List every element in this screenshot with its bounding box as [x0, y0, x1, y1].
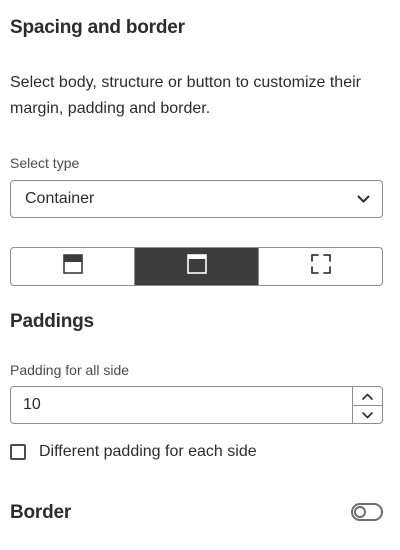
chevron-up-icon: [362, 387, 373, 405]
select-type-dropdown[interactable]: Container: [10, 180, 383, 218]
chevron-down-icon: [356, 194, 370, 204]
select-type-value: Container: [25, 190, 95, 207]
toggle-knob: [354, 506, 366, 518]
increment-button[interactable]: [353, 387, 382, 405]
padding-all-input[interactable]: [11, 387, 352, 423]
layout-header-icon: [62, 254, 83, 279]
select-type-label: Select type: [10, 155, 80, 171]
different-padding-checkbox[interactable]: [10, 444, 26, 460]
segment-body-button[interactable]: [11, 248, 134, 285]
stepper-arrows: [352, 387, 382, 423]
different-padding-label: Different padding for each side: [39, 443, 257, 460]
decrement-button[interactable]: [353, 405, 382, 424]
border-toggle[interactable]: [351, 503, 383, 521]
panel-description: Select body, structure or button to cust…: [10, 74, 361, 117]
padding-all-label: Padding for all side: [10, 362, 130, 378]
segment-structure-button[interactable]: [134, 248, 258, 285]
paddings-title: Paddings: [10, 311, 94, 332]
chevron-down-icon: [362, 406, 373, 424]
different-padding-checkbox-row[interactable]: Different padding for each side: [10, 443, 257, 461]
panel-title: Spacing and border: [10, 17, 185, 38]
padding-all-stepper: [10, 386, 383, 424]
layout-frame-icon: [186, 254, 207, 279]
segment-button-button[interactable]: [258, 248, 382, 285]
crop-corners-icon: [310, 253, 332, 280]
element-type-segmented-control: [10, 247, 383, 286]
border-title: Border: [10, 502, 72, 523]
